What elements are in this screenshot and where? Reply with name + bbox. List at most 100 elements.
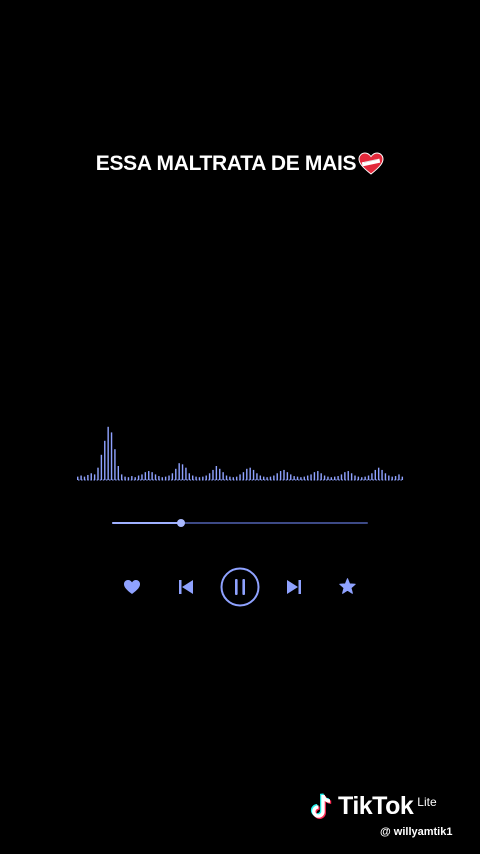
waveform-bar [148, 471, 150, 480]
waveform-bar [168, 475, 170, 480]
caption-text: ESSA MALTRATA DE MAIS [95, 152, 357, 175]
waveform-bar [83, 476, 86, 480]
previous-button[interactable] [174, 576, 198, 598]
waveform-bar [175, 468, 177, 480]
waveform-bar [77, 476, 79, 480]
waveform-bar [246, 468, 248, 480]
mending-heart-icon [358, 152, 384, 176]
waveform-bar [195, 476, 197, 480]
waveform-bar [229, 476, 231, 480]
waveform-bar [131, 476, 133, 480]
waveform-bar [367, 475, 370, 480]
waveform-bar [181, 464, 184, 480]
waveform-bar [178, 463, 180, 480]
waveform-bar [164, 476, 167, 480]
audio-waveform [77, 426, 404, 481]
waveform-bar [334, 476, 336, 480]
waveform-bar [208, 473, 211, 480]
waveform-bar [384, 473, 387, 480]
waveform-bar [256, 473, 258, 480]
creator-handle: @ willyamtik1 [380, 826, 453, 838]
waveform-bar [364, 476, 366, 480]
caption: ESSA MALTRATA DE MAIS [0, 152, 480, 176]
waveform-bar [344, 472, 346, 480]
heart-icon [124, 580, 140, 594]
waveform-bar [286, 472, 289, 480]
waveform-bar [120, 474, 123, 480]
waveform-bar [303, 476, 305, 480]
waveform-bar [212, 469, 214, 480]
waveform-bar [87, 474, 89, 480]
waveform-bar [124, 476, 126, 480]
waveform-bar [191, 475, 194, 480]
waveform-bar [371, 473, 373, 480]
favorite-button[interactable] [335, 575, 359, 597]
waveform-bar [374, 469, 376, 480]
waveform-bar [117, 466, 120, 480]
playback-controls [110, 566, 370, 608]
waveform-bar [158, 476, 160, 480]
waveform-bar [317, 471, 319, 480]
pause-button[interactable] [220, 567, 260, 607]
waveform-bar [215, 466, 218, 480]
waveform-bar [104, 440, 106, 480]
waveform-bar [154, 474, 157, 480]
waveform-bar [350, 473, 353, 480]
waveform-bar [337, 476, 339, 480]
waveform-bar [273, 475, 275, 480]
waveform-bar [100, 454, 103, 480]
waveform-bar [320, 473, 322, 480]
waveform-bar [144, 472, 147, 480]
tiktok-edition: Lite [417, 794, 437, 809]
waveform-bar [310, 474, 312, 480]
tiktok-watermark: TikTok Lite @ willyamtik1 [310, 786, 472, 846]
waveform-bar [249, 467, 251, 480]
waveform-bar [219, 468, 221, 480]
waveform-bar [141, 474, 143, 480]
waveform-bar [330, 477, 333, 480]
waveform-bar [398, 474, 400, 480]
tiktok-logo-icon [310, 792, 332, 819]
waveform-bar [259, 475, 262, 480]
waveform-bar [391, 476, 393, 480]
seek-bar[interactable] [112, 514, 368, 532]
seek-thumb[interactable] [177, 519, 186, 527]
waveform-bar [296, 476, 299, 480]
skip-previous-icon [179, 580, 193, 594]
waveform-bar [205, 475, 207, 480]
waveform-bar [381, 469, 383, 480]
next-button[interactable] [282, 576, 306, 598]
seek-progress [112, 522, 182, 524]
waveform-bar [239, 474, 241, 480]
pause-icon [220, 567, 260, 607]
waveform-bar [202, 476, 204, 480]
waveform-bar [354, 475, 356, 480]
skip-next-icon [287, 580, 301, 594]
waveform-bar [283, 469, 285, 480]
waveform-bar [151, 472, 153, 480]
waveform-bar [114, 449, 116, 480]
waveform-bar [262, 476, 265, 480]
waveform-bar [276, 473, 278, 480]
waveform-bar [242, 472, 245, 480]
waveform-bar [185, 467, 187, 480]
waveform-bar [377, 467, 380, 480]
waveform-bar [401, 476, 404, 480]
waveform-bar [137, 475, 140, 480]
waveform-bar [171, 473, 174, 480]
waveform-bar [327, 476, 329, 480]
waveform-bar [225, 475, 228, 480]
waveform-bar [290, 474, 292, 480]
waveform-bar [357, 476, 360, 480]
waveform-bar [306, 475, 309, 480]
like-button[interactable] [120, 576, 144, 598]
waveform-bar [252, 469, 255, 480]
waveform-bar [107, 426, 109, 480]
waveform-bar [222, 472, 224, 480]
waveform-bar [340, 474, 343, 480]
waveform-bar [279, 471, 282, 480]
waveform-bar [347, 471, 349, 480]
waveform-bar [80, 475, 82, 480]
waveform-bar [269, 476, 272, 480]
waveform-bar [323, 475, 326, 480]
